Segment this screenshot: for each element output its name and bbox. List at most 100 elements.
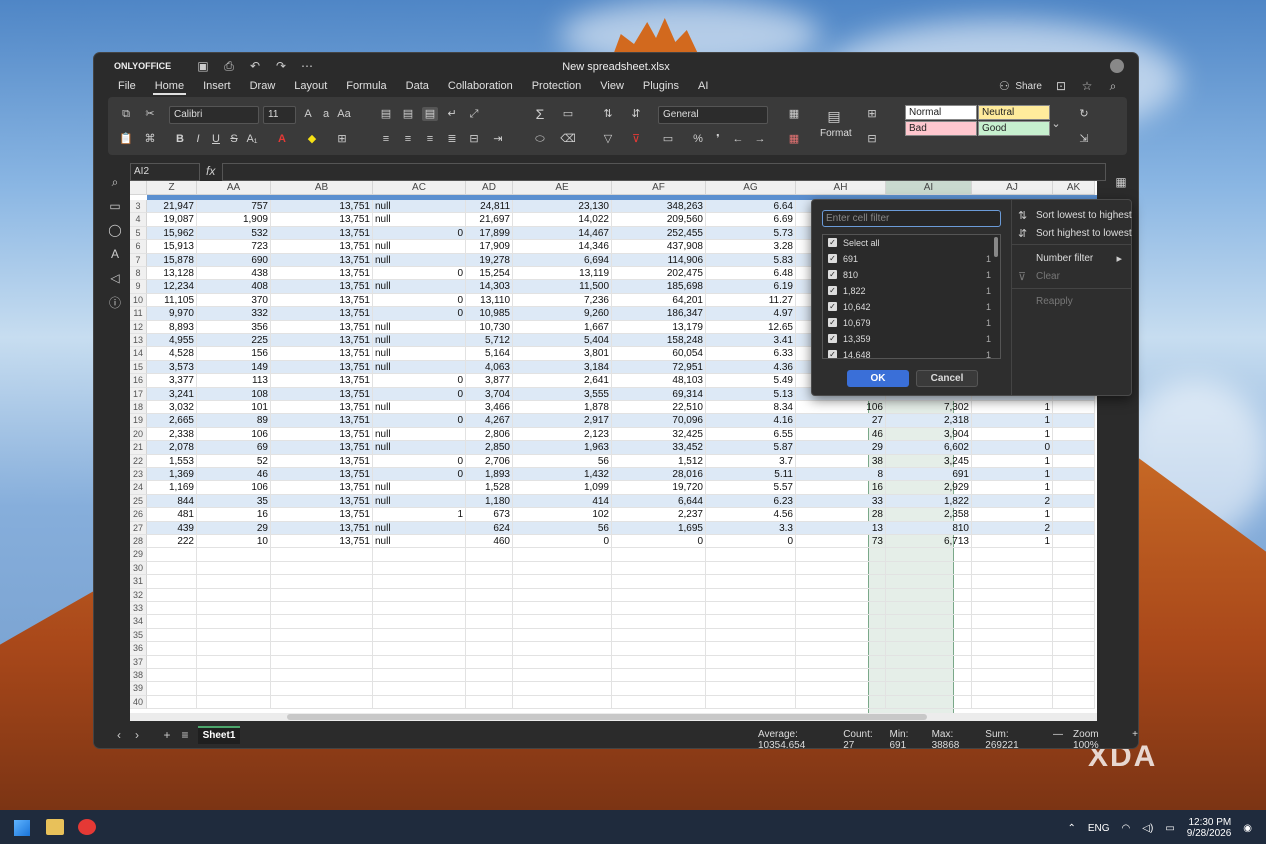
checkbox-icon[interactable]: ✓ — [828, 302, 837, 311]
table-cell[interactable] — [271, 642, 373, 656]
menu-layout[interactable]: Layout — [292, 79, 329, 95]
row-header[interactable]: 30 — [130, 561, 147, 576]
table-cell[interactable] — [271, 548, 373, 562]
table-cell[interactable]: 158,248 — [612, 334, 706, 348]
table-cell[interactable] — [796, 628, 886, 643]
column-header[interactable]: AB — [271, 181, 373, 195]
filter-list-item[interactable]: ✓ Select all — [823, 235, 1000, 251]
table-cell[interactable]: 186,347 — [612, 307, 706, 321]
table-cell[interactable]: 29 — [197, 521, 271, 535]
table-cell[interactable]: 414 — [513, 494, 612, 509]
zoom-in-icon[interactable]: + — [1132, 729, 1138, 748]
table-cell[interactable] — [1053, 521, 1095, 535]
table-cell[interactable]: 6.48 — [706, 267, 796, 281]
table-cell[interactable]: 56 — [513, 521, 612, 535]
table-cell[interactable]: 13,751 — [271, 253, 373, 267]
table-cell[interactable] — [706, 615, 796, 629]
table-cell[interactable]: 16 — [796, 481, 886, 495]
table-cell[interactable]: 13,751 — [271, 320, 373, 334]
table-cell[interactable]: 106 — [796, 401, 886, 415]
table-cell[interactable]: 13,751 — [271, 267, 373, 281]
table-cell[interactable]: 4,955 — [147, 334, 197, 348]
table-cell[interactable]: 13,751 — [271, 508, 373, 522]
clear-filter-icon[interactable]: ⊽ — [628, 132, 644, 146]
table-cell[interactable] — [513, 588, 612, 602]
table-cell[interactable] — [1053, 575, 1095, 589]
table-cell[interactable] — [513, 561, 612, 576]
table-cell[interactable] — [271, 575, 373, 589]
table-cell[interactable]: null — [373, 280, 466, 294]
cut-icon[interactable]: ✂ — [142, 107, 158, 121]
file-explorer-icon[interactable] — [46, 819, 64, 835]
table-cell[interactable] — [886, 695, 972, 710]
table-cell[interactable]: 2,358 — [886, 508, 972, 522]
sort-highest-to-lowest[interactable]: Sort highest to lowest — [1036, 228, 1132, 239]
table-cell[interactable] — [197, 628, 271, 643]
table-cell[interactable] — [972, 588, 1053, 602]
table-cell[interactable]: 3.7 — [706, 454, 796, 468]
table-cell[interactable]: 2,123 — [513, 427, 612, 442]
table-cell[interactable]: 6.55 — [706, 427, 796, 442]
table-cell[interactable]: 13,179 — [612, 320, 706, 334]
table-cell[interactable] — [147, 682, 197, 696]
table-cell[interactable] — [197, 588, 271, 602]
table-cell[interactable] — [972, 655, 1053, 669]
table-cell[interactable] — [513, 628, 612, 643]
copy-icon[interactable]: ⧉ — [118, 107, 134, 121]
table-cell[interactable]: 106 — [197, 427, 271, 442]
table-cell[interactable] — [1053, 588, 1095, 602]
table-cell[interactable] — [886, 588, 972, 602]
battery-icon[interactable]: ▭ — [1165, 823, 1174, 834]
add-sheet-icon[interactable]: + — [160, 728, 174, 742]
chat-icon[interactable]: ◯ — [108, 223, 122, 237]
column-header[interactable]: AC — [373, 181, 466, 195]
table-cell[interactable]: null — [373, 200, 466, 214]
table-cell[interactable]: 1,512 — [612, 454, 706, 468]
table-cell[interactable]: 13,751 — [271, 200, 373, 214]
table-cell[interactable] — [147, 548, 197, 562]
font-size-select[interactable]: 11 — [263, 106, 296, 124]
table-cell[interactable]: 23,130 — [513, 200, 612, 214]
table-cell[interactable]: 15,962 — [147, 226, 197, 241]
table-cell[interactable] — [1053, 401, 1095, 415]
row-header[interactable]: 18 — [130, 401, 147, 415]
table-cell[interactable] — [373, 615, 466, 629]
table-cell[interactable]: 28 — [796, 508, 886, 522]
table-cell[interactable] — [1053, 508, 1095, 522]
table-cell[interactable]: 13,751 — [271, 347, 373, 361]
row-header[interactable]: 9 — [130, 280, 147, 294]
row-header[interactable]: 28 — [130, 535, 147, 549]
font-color-icon[interactable]: A — [274, 132, 290, 146]
table-cell[interactable] — [271, 628, 373, 643]
column-header[interactable]: AG — [706, 181, 796, 195]
table-cell[interactable] — [373, 561, 466, 576]
table-cell[interactable]: 1 — [972, 468, 1053, 482]
table-cell[interactable] — [197, 669, 271, 683]
reapply-item[interactable]: Reapply — [1036, 296, 1073, 307]
wifi-icon[interactable]: ◠ — [1122, 823, 1131, 834]
table-cell[interactable]: 3,377 — [147, 374, 197, 388]
table-cell[interactable]: 70,096 — [612, 414, 706, 428]
table-cell[interactable]: 3,573 — [147, 360, 197, 375]
table-cell[interactable]: 481 — [147, 508, 197, 522]
table-cell[interactable]: 14,022 — [513, 213, 612, 227]
filter-list-item[interactable]: ✓ 10,679 1 — [823, 315, 1000, 331]
table-cell[interactable] — [706, 642, 796, 656]
table-cell[interactable] — [1053, 655, 1095, 669]
table-cell[interactable]: 3,245 — [886, 454, 972, 468]
table-cell[interactable] — [147, 669, 197, 683]
table-cell[interactable]: 1,099 — [513, 481, 612, 495]
table-cell[interactable] — [147, 588, 197, 602]
menu-home[interactable]: Home — [152, 79, 187, 95]
table-cell[interactable] — [796, 588, 886, 602]
indent-icon[interactable]: ⇥ — [490, 132, 506, 146]
row-header[interactable]: 13 — [130, 334, 147, 348]
table-cell[interactable]: 4.56 — [706, 508, 796, 522]
table-cell[interactable] — [1053, 561, 1095, 576]
table-cell[interactable]: null — [373, 347, 466, 361]
table-cell[interactable]: 624 — [466, 521, 513, 535]
table-cell[interactable]: null — [373, 213, 466, 227]
row-header[interactable]: 24 — [130, 481, 147, 495]
table-cell[interactable]: 6.19 — [706, 280, 796, 294]
filter-list-item[interactable]: ✓ 14,648 1 — [823, 347, 1000, 358]
